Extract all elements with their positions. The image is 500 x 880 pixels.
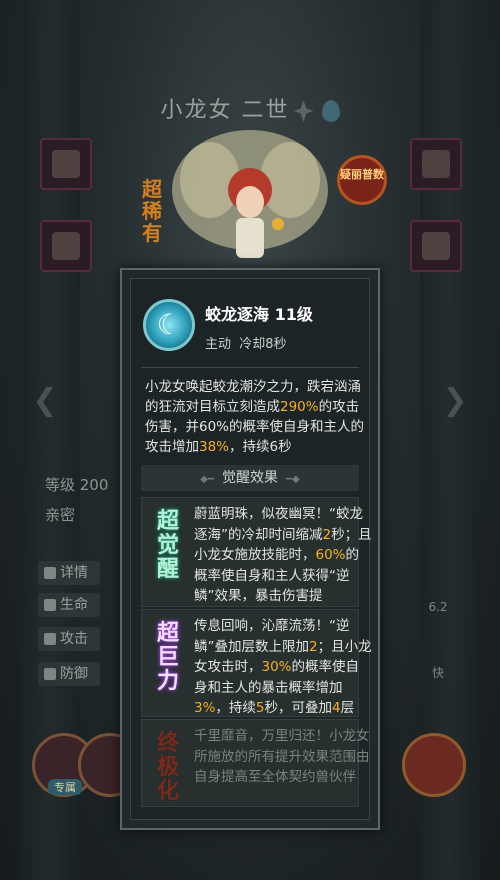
spark-icon — [293, 100, 314, 122]
tier-badge: 终极化 — [156, 731, 179, 804]
awaken-tier-3: 终极化 千里靡音，万里归还！小龙女所施放的所有提升效果范围由自身提高至全体契约兽… — [141, 719, 370, 807]
seal-badge: 疑丽普数 — [337, 155, 387, 205]
affinity-label: 亲密 — [45, 506, 76, 524]
speed-label: 快 — [431, 666, 444, 680]
skill-name: 蛟龙逐海 11级 — [205, 305, 313, 324]
tier-badge: 超巨力 — [156, 621, 179, 694]
left-stats: 等级 200 亲密 — [45, 470, 108, 530]
skill-type: 主动 — [205, 337, 232, 352]
equipment-slot-necklace[interactable] — [410, 138, 462, 190]
skill-meta: 主动 冷却8秒 — [205, 333, 287, 352]
defense-button[interactable]: 防御 — [38, 662, 100, 686]
skill-description: 小龙女唤起蛟龙潮汐之力，跌宕汹涌的狂流对目标立刻造成290%的攻击伤害，并60%… — [145, 379, 365, 455]
skill-icon — [143, 299, 195, 351]
hp-button[interactable]: 生命 — [38, 593, 100, 617]
skill-popup: 蛟龙逐海 11级 主动 冷却8秒 小龙女唤起蛟龙潮汐之力，跌宕汹涌的狂流对目标立… — [120, 268, 380, 830]
tier-text: 千里靡音，万里归还！小龙女所施放的所有提升效果范围由自身提高至全体契约兽伙伴 — [194, 728, 370, 785]
equipment-slot-ring[interactable] — [410, 220, 462, 272]
attack-button[interactable]: 攻击 — [38, 627, 100, 651]
skill-cooldown: 冷却8秒 — [239, 337, 287, 352]
rarity-tag: 超稀有 — [142, 177, 162, 245]
awaken-header: 觉醒效果 — [141, 465, 359, 491]
awaken-tier-1: 超觉醒 蔚蓝明珠，似夜幽冥！“蛟龙逐海”的冷却时间缩减2秒；且小龙女施放技能时，… — [141, 497, 372, 607]
exclusive-tag: 专属 — [48, 779, 82, 795]
popup-inner: 蛟龙逐海 11级 主动 冷却8秒 小龙女唤起蛟龙潮汐之力，跌宕汹涌的狂流对目标立… — [130, 278, 372, 820]
tier-text: 传息回响，沁靡流荡！“逆鳞”叠加层数上限加2；且小龙女攻击时，30%的概率使自身… — [194, 618, 372, 716]
water-drop-icon — [321, 100, 340, 122]
tier-text: 蔚蓝明珠，似夜幽冥！“蛟龙逐海”的冷却时间缩减2秒；且小龙女施放技能时，60%的… — [194, 506, 372, 604]
prev-arrow-icon[interactable]: ❮ — [30, 386, 60, 416]
tier-badge: 超觉醒 — [156, 509, 179, 582]
right-stat-value: 6.2 — [428, 600, 448, 614]
level-label: 等级 200 — [45, 476, 109, 494]
equipment-slot-armor[interactable] — [40, 220, 92, 272]
next-arrow-icon[interactable]: ❯ — [440, 386, 470, 416]
divider — [141, 367, 359, 368]
awaken-tier-2: 超巨力 传息回响，沁靡流荡！“逆鳞”叠加层数上限加2；且小龙女攻击时，30%的概… — [141, 609, 372, 717]
bottom-skill-button[interactable] — [402, 733, 466, 797]
details-button[interactable]: 详情 — [38, 561, 100, 585]
character-portrait — [172, 130, 328, 258]
equipment-slot-claw[interactable] — [40, 138, 92, 190]
